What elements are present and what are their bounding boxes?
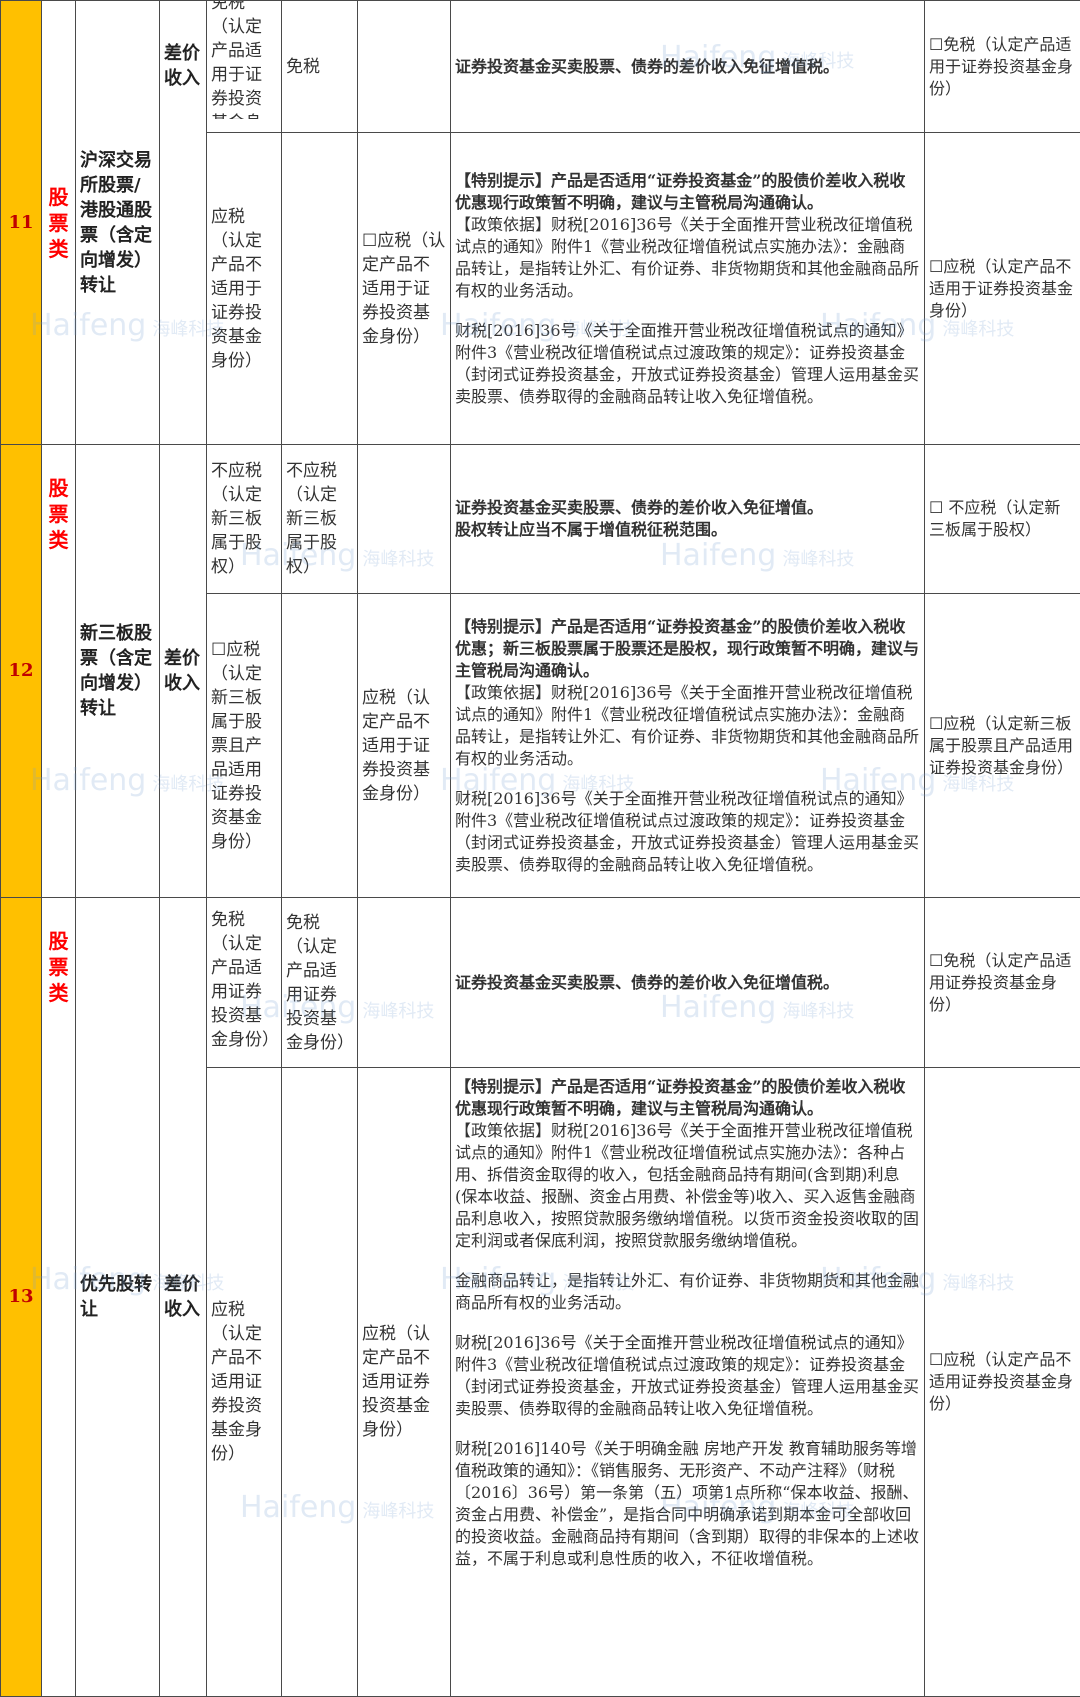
tax-treatment-cell: 应税（认定产品不适用证券投资基金身份）	[357, 1067, 451, 1697]
tip-label: 【特别提示】	[455, 170, 552, 190]
tax-treatment-cell: 应税（认定产品不适用于证券投资基金身份）	[206, 132, 282, 445]
policy-table-page: 11 股票类 沪深交易所股票/港股通股票（含定向增发）转让 差价收入 免税（认定…	[0, 0, 1080, 1697]
choice-option: ☐ 不应税（认定新三板属于股权）	[924, 444, 1080, 594]
tax-treatment-cell: 免税（认定产品适用证券投资基金身份）	[206, 897, 282, 1068]
tax-treatment-cell: 应税（认定产品不适用证券投资基金身份）	[206, 1067, 282, 1697]
row-number: 13	[0, 897, 42, 1697]
policy-note: 【特别提示】产品是否适用“证券投资基金”的股债价差收入税收优惠现行政策暂不明确，…	[450, 132, 925, 445]
choice-option: ☐免税（认定产品适用证券投资基金身份）	[924, 897, 1080, 1068]
tip-label: 【特别提示】	[455, 1077, 552, 1096]
choice-option: ☐免税（认定产品适用于证券投资基金身份）	[924, 0, 1080, 133]
table-row: 12 股票类 新三板股票（含定向增发）转让 差价收入 不应税（认定新三板属于股权…	[0, 444, 1080, 898]
policy-note: 证券投资基金买卖股票、债券的差价收入免征增值税。	[450, 897, 925, 1068]
basis-label: 【政策依据】	[455, 682, 552, 702]
category-cell: 股票类	[41, 897, 76, 1697]
tax-treatment-cell: ☐应税（认定新三板属于股票且产品适用证券投资基金身份）	[206, 593, 282, 898]
tax-policy-table: 11 股票类 沪深交易所股票/港股通股票（含定向增发）转让 差价收入 免税（认定…	[0, 0, 1080, 1697]
policy-note: 【特别提示】产品是否适用“证券投资基金”的股债价差收入税收优惠；新三板股票属于股…	[450, 593, 925, 898]
tax-treatment-cell: 免税	[281, 0, 358, 133]
tax-treatment-cell	[357, 897, 451, 1068]
policy-paragraph: 财税[2016]36号《关于全面推开营业税改征增值税试点的通知》附件3《营业税改…	[455, 788, 920, 874]
choice-option: ☐应税（认定产品不适用于证券投资基金身份）	[924, 132, 1080, 445]
tax-treatment-cell: 免税（认定产品适用证券投资基金身份）	[281, 897, 358, 1068]
tax-treatment-cell: 不应税（认定新三板属于股权）	[206, 444, 282, 594]
tax-treatment-cell	[281, 132, 358, 445]
policy-line: 股权转让应当不属于增值税征税范围。	[455, 520, 728, 539]
basis-label: 【政策依据】	[455, 1121, 552, 1140]
income-type: 差价收入	[159, 444, 207, 898]
tax-treatment-text: 免税（认定产品适用于证券投资基金身份）	[211, 0, 262, 120]
basis-label: 【政策依据】	[455, 214, 552, 234]
policy-paragraph: 财税[2016]36号《关于全面推开营业税改征增值税试点的通知》附件3《营业税改…	[455, 320, 920, 406]
policy-note: 【特别提示】产品是否适用“证券投资基金”的股债价差收入税收优惠现行政策暂不明确，…	[450, 1067, 925, 1697]
choice-option: ☐应税（认定新三板属于股票且产品适用证券投资基金身份）	[924, 593, 1080, 898]
basis-text: 财税[2016]36号《关于全面推开营业税改征增值税试点的通知》附件1《营业税改…	[455, 1121, 920, 1250]
tax-treatment-cell: 不应税（认定新三板属于股权）	[281, 444, 358, 594]
row-number: 11	[0, 0, 42, 445]
policy-note: 证券投资基金买卖股票、债券的差价收入免征增值税。	[450, 0, 925, 133]
tax-treatment-cell	[357, 0, 451, 133]
table-row: 13 股票类 优先股转让 差价收入 免税（认定产品适用证券投资基金身份） 免税（…	[0, 897, 1080, 1697]
choice-option: ☐应税（认定产品不适用证券投资基金身份）	[924, 1067, 1080, 1697]
item-name: 优先股转让	[75, 897, 160, 1697]
policy-paragraph: 财税[2016]140号《关于明确金融 房地产开发 教育辅助服务等增值税政策的通…	[455, 1439, 920, 1568]
tax-treatment-cell	[281, 593, 358, 898]
tax-treatment-text: 免税（认定产品适用证券投资基金身份）	[211, 909, 277, 1050]
policy-line: 证券投资基金买卖股票、债券的差价收入免征增值。	[455, 498, 824, 517]
policy-paragraph: 金融商品转让，是指转让外汇、有价证券、非货物期货和其他金融商品所有权的业务活动。	[455, 1271, 920, 1312]
row-number: 12	[0, 444, 42, 898]
item-name: 沪深交易所股票/港股通股票（含定向增发）转让	[75, 0, 160, 445]
category-cell: 股票类	[41, 444, 76, 898]
income-type: 差价收入	[159, 897, 207, 1697]
item-name: 新三板股票（含定向增发）转让	[75, 444, 160, 898]
policy-note: 证券投资基金买卖股票、债券的差价收入免征增值。 股权转让应当不属于增值税征税范围…	[450, 444, 925, 594]
tip-label: 【特别提示】	[455, 616, 552, 636]
table-row: 11 股票类 沪深交易所股票/港股通股票（含定向增发）转让 差价收入 免税（认定…	[0, 0, 1080, 445]
tax-treatment-cell: 免税（认定产品适用于证券投资基金身份）	[206, 0, 282, 133]
tax-treatment-cell: 应税（认定产品不适用于证券投资基金身份）	[357, 593, 451, 898]
income-type: 差价收入	[159, 0, 207, 445]
tax-treatment-cell	[357, 444, 451, 594]
policy-paragraph: 财税[2016]36号《关于全面推开营业税改征增值税试点的通知》附件3《营业税改…	[455, 1333, 920, 1418]
category-cell: 股票类	[41, 0, 76, 445]
tax-treatment-cell: ☐应税（认定产品不适用于证券投资基金身份）	[357, 132, 451, 445]
tax-treatment-cell	[281, 1067, 358, 1697]
